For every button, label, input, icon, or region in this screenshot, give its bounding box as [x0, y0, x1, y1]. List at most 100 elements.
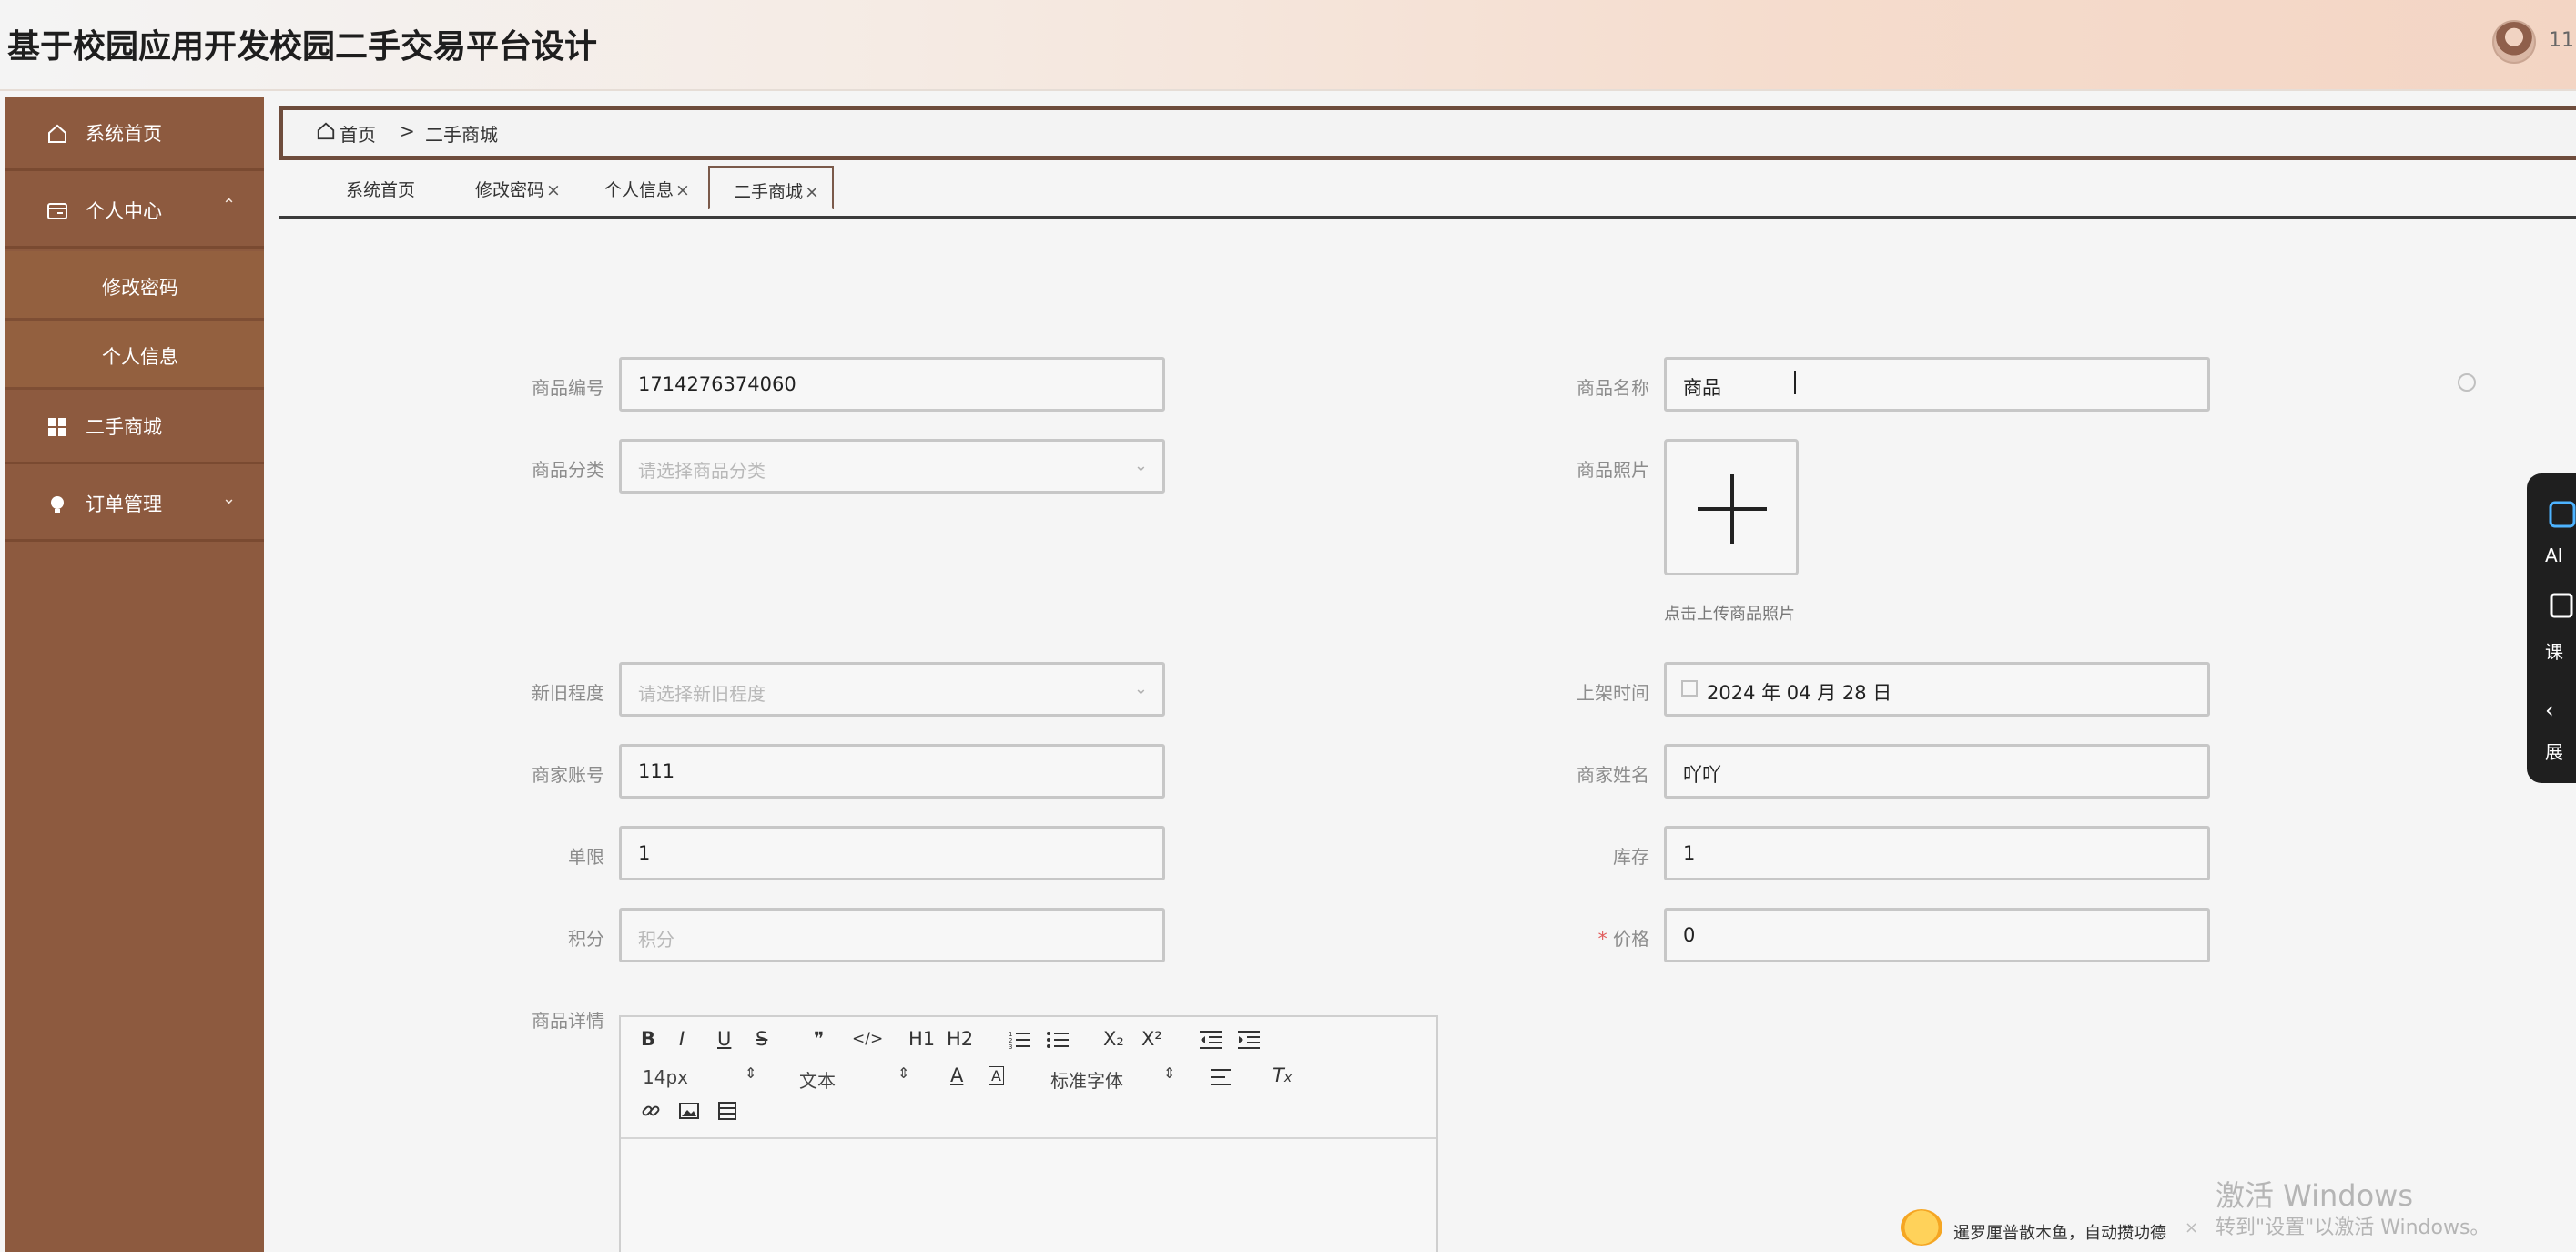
clear-icon[interactable]: [2458, 373, 2476, 392]
bulb-icon: [46, 493, 69, 516]
sidebar: 系统首页 个人中心 ⌃ 修改密码 个人信息 二手商城 订单管理 ⌄: [5, 97, 264, 1252]
h1-button[interactable]: H1: [908, 1028, 935, 1050]
h2-button[interactable]: H2: [947, 1028, 973, 1050]
merchant-name-value: 吖吖: [1683, 764, 1721, 786]
desktop-widget[interactable]: 暹罗厘普散木鱼，自动攒功德 ×: [1901, 1206, 2201, 1247]
avatar[interactable]: [2492, 20, 2536, 64]
sidebar-subitem-personal-info[interactable]: 个人信息: [5, 321, 264, 390]
code-button[interactable]: </>: [852, 1030, 883, 1048]
stock-label: 库存: [1613, 846, 1649, 868]
limit-value: 1: [638, 842, 651, 864]
listed-time-value: 2024 年 04 月 28 日: [1707, 682, 1892, 704]
clear-format-icon[interactable]: Tx: [1273, 1064, 1292, 1086]
price-input[interactable]: 0: [1664, 908, 2210, 962]
calendar-icon: [1681, 680, 1698, 697]
limit-input[interactable]: 1: [619, 826, 1165, 880]
app-title: 基于校园应用开发校园二手交易平台设计: [7, 28, 598, 66]
underline-button[interactable]: U: [717, 1028, 731, 1050]
listed-time-picker[interactable]: 2024 年 04 月 28 日: [1664, 662, 2210, 717]
limit-label: 单限: [568, 846, 604, 868]
editor-content-area[interactable]: [621, 1141, 1436, 1252]
product-name-input[interactable]: 商品: [1664, 357, 2210, 412]
background-color-icon[interactable]: A: [989, 1066, 1004, 1085]
align-icon[interactable]: [1211, 1068, 1231, 1086]
link-icon[interactable]: [641, 1101, 661, 1121]
breadcrumb-current: 二手商城: [425, 124, 498, 146]
photo-upload-hint: 点击上传商品照片: [1664, 605, 1795, 624]
editor-toolbar: B I U S ❞ </> H1 H2 123 X₂ X² 14px ⇕ 文本 …: [621, 1017, 1436, 1139]
font-size-arrows-icon: ⇕: [745, 1064, 757, 1082]
required-mark: *: [1597, 928, 1607, 950]
product-no-input[interactable]: 1714276374060: [619, 357, 1165, 412]
close-icon[interactable]: ×: [2185, 1218, 2198, 1237]
subscript-button[interactable]: X₂: [1103, 1028, 1124, 1050]
chevron-up-icon: ⌃: [222, 196, 237, 215]
widget-text: 暹罗厘普散木鱼，自动攒功德: [1953, 1224, 2166, 1243]
font-family-arrows-icon: ⇕: [1163, 1064, 1176, 1082]
sidebar-item-market[interactable]: 二手商城: [5, 390, 264, 464]
tab-personal-info[interactable]: 个人信息 ×: [604, 166, 690, 209]
condition-label: 新旧程度: [532, 682, 604, 704]
sidebar-item-label: 个人中心: [86, 200, 162, 222]
chevron-down-icon: ⌄: [1133, 679, 1148, 698]
side-panel-expand-label[interactable]: 展: [2545, 738, 2563, 764]
blockquote-button[interactable]: ❞: [814, 1028, 824, 1050]
condition-placeholder: 请选择新旧程度: [638, 683, 766, 705]
stock-input[interactable]: 1: [1664, 826, 2210, 880]
close-icon[interactable]: ×: [805, 182, 819, 202]
image-icon[interactable]: [679, 1101, 699, 1121]
rich-text-editor[interactable]: B I U S ❞ </> H1 H2 123 X₂ X² 14px ⇕ 文本 …: [619, 1015, 1438, 1252]
condition-select[interactable]: 请选择新旧程度 ⌄: [619, 662, 1165, 717]
sidebar-item-orders[interactable]: 订单管理 ⌄: [5, 467, 264, 542]
indent-icon[interactable]: [1238, 1030, 1260, 1050]
category-select[interactable]: 请选择商品分类 ⌄: [619, 439, 1165, 494]
font-color-icon[interactable]: A: [950, 1064, 963, 1086]
photo-label: 商品照片: [1577, 459, 1649, 481]
chevron-down-icon: ⌄: [1133, 456, 1148, 475]
side-panel-ai-label[interactable]: AI: [2545, 545, 2563, 566]
username[interactable]: 11: [2549, 29, 2574, 52]
sidebar-item-label: 修改密码: [102, 277, 178, 299]
side-panel-course-label[interactable]: 课: [2545, 637, 2563, 664]
price-value: 0: [1683, 924, 1696, 946]
photo-upload[interactable]: [1664, 439, 1799, 575]
superscript-button[interactable]: X²: [1141, 1028, 1162, 1050]
outdent-icon[interactable]: [1200, 1030, 1222, 1050]
ordered-list-icon[interactable]: 123: [1009, 1030, 1030, 1050]
points-input[interactable]: 积分: [619, 908, 1165, 962]
product-name-value: 商品: [1683, 377, 1721, 399]
home-icon: [46, 122, 69, 146]
points-label: 积分: [568, 928, 604, 950]
merchant-name-input[interactable]: 吖吖: [1664, 744, 2210, 799]
block-type-select[interactable]: 文本: [799, 1066, 836, 1093]
ai-image-icon[interactable]: [2549, 501, 2576, 528]
sidebar-item-personal-center[interactable]: 个人中心 ⌃: [5, 174, 264, 249]
svg-text:3: 3: [1009, 1043, 1012, 1050]
breadcrumb-home[interactable]: 首页: [340, 120, 376, 147]
product-no-label: 商品编号: [532, 377, 604, 399]
tab-change-password[interactable]: 修改密码 ×: [475, 166, 561, 209]
bold-button[interactable]: B: [641, 1028, 655, 1050]
italic-button[interactable]: I: [679, 1028, 685, 1050]
font-size-select[interactable]: 14px: [643, 1066, 688, 1088]
details-label: 商品详情: [532, 1010, 604, 1032]
close-icon[interactable]: ×: [546, 180, 561, 200]
tab-label: 二手商城: [734, 182, 804, 202]
course-icon[interactable]: [2549, 592, 2576, 619]
merchant-account-input[interactable]: 111: [619, 744, 1165, 799]
sidebar-subitem-change-password[interactable]: 修改密码: [5, 251, 264, 321]
strike-button[interactable]: S: [756, 1028, 767, 1050]
tab-home[interactable]: 系统首页: [346, 166, 415, 209]
tab-label: 修改密码: [475, 180, 545, 200]
close-icon[interactable]: ×: [675, 180, 690, 200]
font-family-select[interactable]: 标准字体: [1050, 1066, 1123, 1093]
video-icon[interactable]: [717, 1101, 737, 1121]
category-placeholder: 请选择商品分类: [638, 460, 766, 482]
home-icon[interactable]: [316, 121, 336, 141]
chevron-left-icon[interactable]: ‹: [2545, 697, 2554, 723]
bullet-list-icon[interactable]: [1047, 1030, 1069, 1050]
block-type-arrows-icon: ⇕: [898, 1064, 910, 1082]
tab-market[interactable]: 二手商城 ×: [708, 166, 834, 209]
sidebar-item-home[interactable]: 系统首页: [5, 97, 264, 171]
price-label: * 价格: [1504, 924, 1649, 951]
